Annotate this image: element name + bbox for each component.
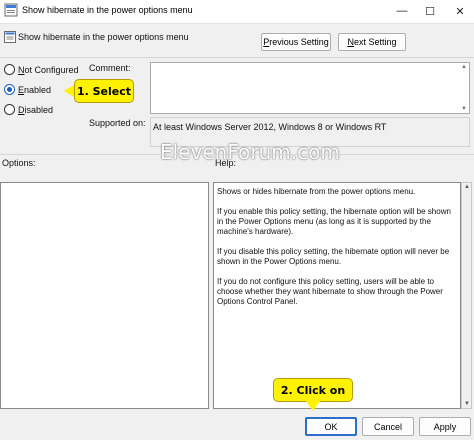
help-paragraph: Shows or hides hibernate from the power … [217,187,416,196]
ok-button[interactable]: OK [305,417,357,436]
previous-setting-button[interactable]: Previous Setting [261,33,331,51]
window-title: Show hibernate in the power options menu [22,5,193,15]
watermark: ElevenForum.com [160,140,340,164]
minimize-button[interactable]: — [388,0,416,22]
scroll-down-icon[interactable]: ▼ [461,106,467,112]
radio-disabled[interactable]: Disabled [4,104,53,115]
supported-on-value: At least Windows Server 2012, Windows 8 … [153,122,387,132]
comment-textarea[interactable]: ▲ ▼ [150,62,470,114]
radio-circle[interactable] [4,104,15,115]
title-bar: Show hibernate in the power options menu… [0,0,474,24]
maximize-button[interactable]: ☐ [416,0,444,22]
radio-label: ot Configured [24,64,79,75]
radio-label: nabled [24,84,52,95]
options-pane [0,182,209,409]
radio-label: isabled [24,104,54,115]
radio-enabled[interactable]: Enabled [4,84,51,95]
header-divider [0,57,474,58]
previous-setting-label: revious Setting [269,37,329,47]
supported-on-label: Supported on: [89,118,146,128]
click-on-callout: 2. Click on [273,378,353,402]
select-callout: 1. Select [74,79,134,103]
next-setting-button[interactable]: Next Setting [338,33,406,51]
setting-title: Show hibernate in the power options menu [18,32,189,42]
radio-not-configured[interactable]: Not Configured [4,64,79,75]
help-label: Help: [215,158,237,168]
radio-circle-selected[interactable] [4,84,15,95]
scroll-up-icon[interactable]: ▲ [461,64,467,70]
callout-arrow-icon [306,401,320,411]
scroll-up-icon[interactable]: ▲ [464,184,470,190]
help-pane[interactable]: Shows or hides hibernate from the power … [213,182,461,409]
help-paragraph: If you enable this policy setting, the h… [217,207,451,236]
close-button[interactable]: ✕ [446,0,474,22]
help-scrollbar[interactable]: ▲ ▼ [461,182,472,409]
policy-setting-icon [4,31,16,43]
help-paragraph: If you do not configure this policy sett… [217,277,443,306]
apply-button[interactable]: Apply [419,417,471,436]
comment-label: Comment: [89,63,131,73]
policy-app-icon [4,3,18,17]
callout-arrow-icon [64,85,74,97]
help-paragraph: If you disable this policy setting, the … [217,247,450,266]
next-setting-label: ext Setting [353,37,397,47]
options-label: Options: [2,158,36,168]
scroll-down-icon[interactable]: ▼ [464,401,470,407]
cancel-button[interactable]: Cancel [362,417,414,436]
section-divider [0,154,474,155]
radio-circle[interactable] [4,64,15,75]
